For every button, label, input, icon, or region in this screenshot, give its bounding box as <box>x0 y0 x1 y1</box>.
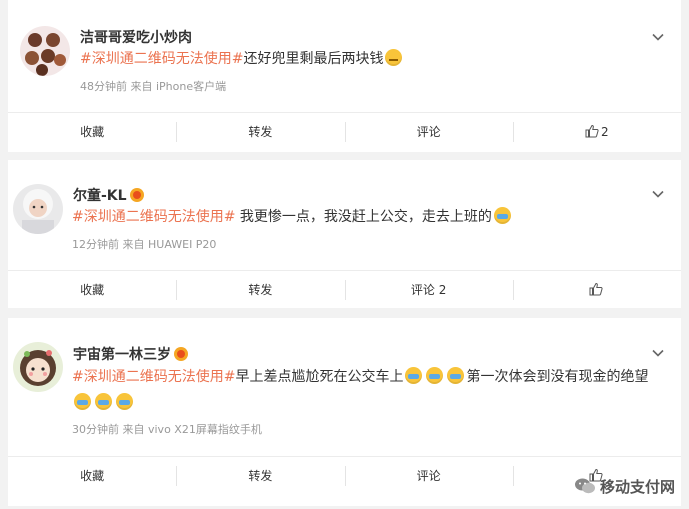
avatar[interactable] <box>13 184 63 234</box>
chevron-down-icon[interactable] <box>651 30 665 44</box>
laugh-cry-emoji-icon <box>493 207 511 224</box>
wechat-icon <box>574 478 595 494</box>
watermark: 移动支付网 <box>574 476 675 497</box>
thumbs-up-icon <box>589 282 603 296</box>
crying-emoji-icon <box>447 367 465 384</box>
smug-emoji-icon <box>385 49 403 66</box>
post-card-1: 洁哥哥爱吃小炒肉 #深圳通二维码无法使用#还好兜里剩最后两块钱 48分钟前 来自… <box>8 0 681 152</box>
post-content-line2 <box>72 392 135 414</box>
topic-link[interactable]: #深圳通二维码无法使用# <box>80 51 243 67</box>
thumbs-up-icon <box>585 124 599 138</box>
crying-emoji-icon <box>405 367 423 384</box>
collect-button[interactable]: 收藏 <box>8 270 176 310</box>
chevron-down-icon[interactable] <box>651 187 665 201</box>
watermark-text: 移动支付网 <box>599 478 675 496</box>
post-text: 我更惨一点，我没赶上公交，走去上班的 <box>235 209 492 225</box>
collect-button[interactable]: 收藏 <box>8 456 176 496</box>
post-meta: 48分钟前 来自 iPhone客户端 <box>80 80 227 93</box>
username[interactable]: 洁哥哥爱吃小炒肉 <box>80 27 192 47</box>
comment-button[interactable]: 评论 2 <box>344 270 513 310</box>
like-button[interactable]: 2 <box>512 112 681 152</box>
post-content: #深圳通二维码无法使用#还好兜里剩最后两块钱 <box>80 48 404 70</box>
topic-link[interactable]: #深圳通二维码无法使用# <box>72 369 235 385</box>
laugh-cry-emoji-icon <box>95 393 112 410</box>
username[interactable]: 宇宙第一林三岁 <box>73 347 171 363</box>
post-meta: 30分钟前 来自 vivo X21屏幕指纹手机 <box>72 423 262 436</box>
avatar[interactable] <box>13 342 63 392</box>
username-row: 宇宙第一林三岁 <box>73 344 188 364</box>
username-row: 尔童-KL <box>73 185 144 205</box>
action-bar: 收藏 转发 评论 2 <box>8 270 681 310</box>
username[interactable]: 尔童-KL <box>73 188 127 204</box>
like-count: 2 <box>601 125 609 139</box>
repost-button[interactable]: 转发 <box>176 456 344 496</box>
post-text: 早上差点尴尬死在公交车上 <box>235 369 404 385</box>
avatar[interactable] <box>20 26 70 76</box>
repost-button[interactable]: 转发 <box>176 112 344 152</box>
crying-emoji-icon <box>426 367 444 384</box>
like-button[interactable] <box>512 270 681 310</box>
laugh-cry-emoji-icon <box>74 393 91 410</box>
action-bar: 收藏 转发 评论 2 <box>8 112 681 152</box>
comment-button[interactable]: 评论 <box>344 456 513 496</box>
post-meta: 12分钟前 来自 HUAWEI P20 <box>72 238 217 251</box>
post-text: 还好兜里剩最后两块钱 <box>243 51 384 67</box>
post-content: #深圳通二维码无法使用#早上差点尴尬死在公交车上 第一次体会到没有现金的绝望 <box>72 366 648 388</box>
laugh-cry-emoji-icon <box>116 393 133 410</box>
collect-button[interactable]: 收藏 <box>8 112 176 152</box>
chevron-down-icon[interactable] <box>651 346 665 360</box>
repost-button[interactable]: 转发 <box>176 270 344 310</box>
post-content: #深圳通二维码无法使用# 我更惨一点，我没赶上公交，走去上班的 <box>72 206 513 228</box>
topic-link[interactable]: #深圳通二维码无法使用# <box>72 209 235 225</box>
post-card-2: 尔童-KL #深圳通二维码无法使用# 我更惨一点，我没赶上公交，走去上班的 12… <box>8 160 681 308</box>
vip-crown-icon <box>174 347 188 361</box>
post-text-2: 第一次体会到没有现金的绝望 <box>466 369 649 385</box>
comment-button[interactable]: 评论 <box>344 112 513 152</box>
vip-crown-icon <box>129 188 144 202</box>
